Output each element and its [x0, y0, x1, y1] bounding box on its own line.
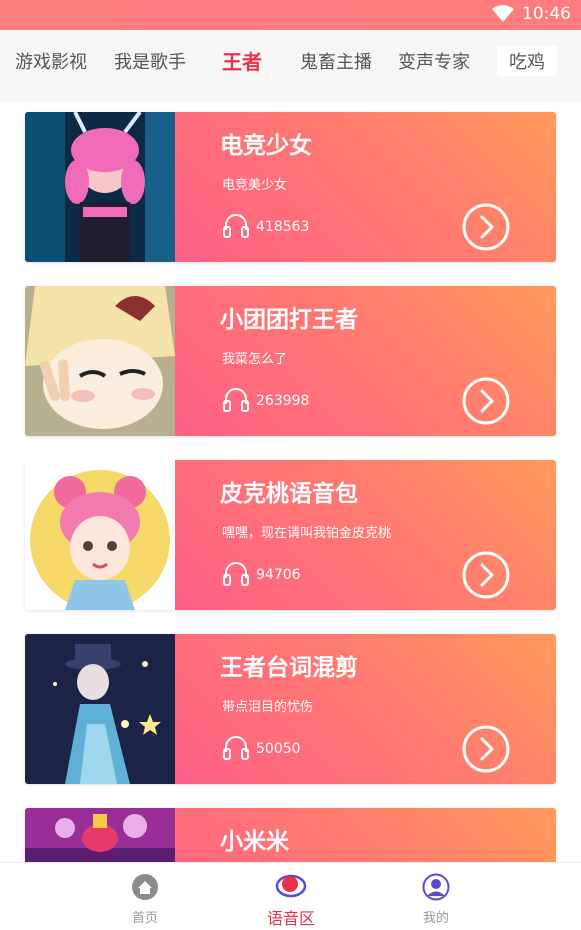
tab-pubg[interactable]: 吃鸡: [497, 46, 557, 76]
play-count-value: 94706: [256, 567, 301, 583]
voice-pack-card[interactable]: 王者台词混剪 带点泪目的忧伤 50050: [25, 634, 556, 784]
status-bar: 10:46: [0, 0, 581, 30]
voice-pack-desc: 电竞美少女: [222, 178, 288, 193]
status-time: 10:46: [522, 4, 571, 24]
category-tabs: 游戏影视 我是歌手 王者 鬼畜主播 变声专家 吃鸡: [0, 30, 581, 102]
nav-voice-zone-label: 语音区: [266, 909, 315, 928]
voice-pack-thumbnail: [25, 460, 175, 610]
voice-pack-title: 王者台词混剪: [220, 655, 358, 681]
voice-pack-info: 小米米: [175, 808, 556, 862]
headphones-icon: [222, 386, 250, 416]
tab-king-label: 王者: [222, 50, 262, 74]
nav-voice-zone[interactable]: 语音区: [246, 873, 336, 929]
play-count-value: 418563: [256, 219, 310, 235]
play-count-value: 263998: [256, 393, 310, 409]
voice-pack-thumbnail: [25, 112, 175, 262]
play-count: 50050: [222, 734, 301, 764]
tab-voice-changer[interactable]: 变声专家: [398, 48, 470, 74]
voice-pack-info: 电竞少女 电竞美少女 418563: [175, 112, 556, 262]
nav-mine-label: 我的: [422, 911, 449, 926]
voice-zone-icon: [275, 873, 307, 903]
voice-pack-card[interactable]: 电竞少女 电竞美少女 418563: [25, 112, 556, 262]
chevron-right-circle-icon[interactable]: [462, 551, 510, 599]
voice-pack-title: 电竞少女: [220, 133, 312, 159]
voice-pack-info: 王者台词混剪 带点泪目的忧伤 50050: [175, 634, 556, 784]
voice-pack-title: 小团团打王者: [220, 307, 358, 333]
voice-pack-desc: 我菜怎么了: [222, 352, 288, 367]
headphones-icon: [222, 734, 250, 764]
voice-pack-info: 皮克桃语音包 嘿嘿，现在请叫我铂金皮克桃 94706: [175, 460, 556, 610]
voice-pack-card[interactable]: 皮克桃语音包 嘿嘿，现在请叫我铂金皮克桃 94706: [25, 460, 556, 610]
headphones-icon: [222, 212, 250, 242]
chevron-right-circle-icon[interactable]: [462, 203, 510, 251]
nav-home-label: 首页: [131, 911, 158, 926]
voice-pack-card[interactable]: 小团团打王者 我菜怎么了 263998: [25, 286, 556, 436]
nav-home[interactable]: 首页: [100, 873, 190, 926]
chevron-right-circle-icon[interactable]: [462, 377, 510, 425]
voice-pack-list[interactable]: 电竞少女 电竞美少女 418563 小团团打王者 我菜怎么了 263998 皮克…: [0, 102, 581, 862]
headphones-icon: [222, 560, 250, 590]
voice-pack-info: 小团团打王者 我菜怎么了 263998: [175, 286, 556, 436]
tab-kichiku-streamer[interactable]: 鬼畜主播: [300, 48, 372, 74]
tab-king[interactable]: 王者: [216, 46, 268, 77]
voice-pack-thumbnail: [25, 286, 175, 436]
play-count: 263998: [222, 386, 309, 416]
tab-singer[interactable]: 我是歌手: [114, 48, 186, 74]
chevron-right-circle-icon[interactable]: [462, 725, 510, 773]
tab-games-movies[interactable]: 游戏影视: [15, 48, 87, 74]
voice-pack-desc: 嘿嘿，现在请叫我铂金皮克桃: [222, 526, 392, 541]
voice-pack-title: 小米米: [220, 829, 289, 855]
voice-pack-card[interactable]: 小米米: [25, 808, 556, 862]
voice-pack-thumbnail: [25, 634, 175, 784]
voice-pack-desc: 带点泪目的忧伤: [222, 700, 314, 715]
profile-icon: [422, 873, 450, 905]
home-icon: [131, 873, 159, 905]
play-count-value: 50050: [256, 741, 301, 757]
bottom-navigation: 首页 语音区 我的: [0, 862, 581, 930]
nav-mine[interactable]: 我的: [391, 873, 481, 926]
voice-pack-title: 皮克桃语音包: [220, 481, 358, 507]
play-count: 94706: [222, 560, 301, 590]
voice-pack-thumbnail: [25, 808, 175, 862]
wifi-icon: [492, 5, 514, 23]
play-count: 418563: [222, 212, 309, 242]
